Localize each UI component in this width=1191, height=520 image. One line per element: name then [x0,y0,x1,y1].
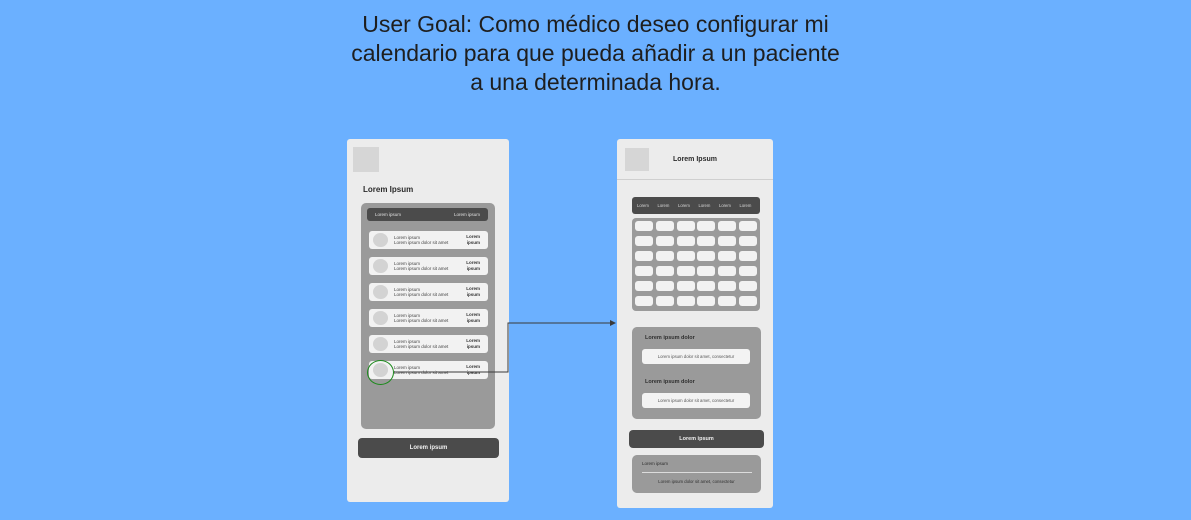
prototype-connector-arrow [394,320,616,373]
